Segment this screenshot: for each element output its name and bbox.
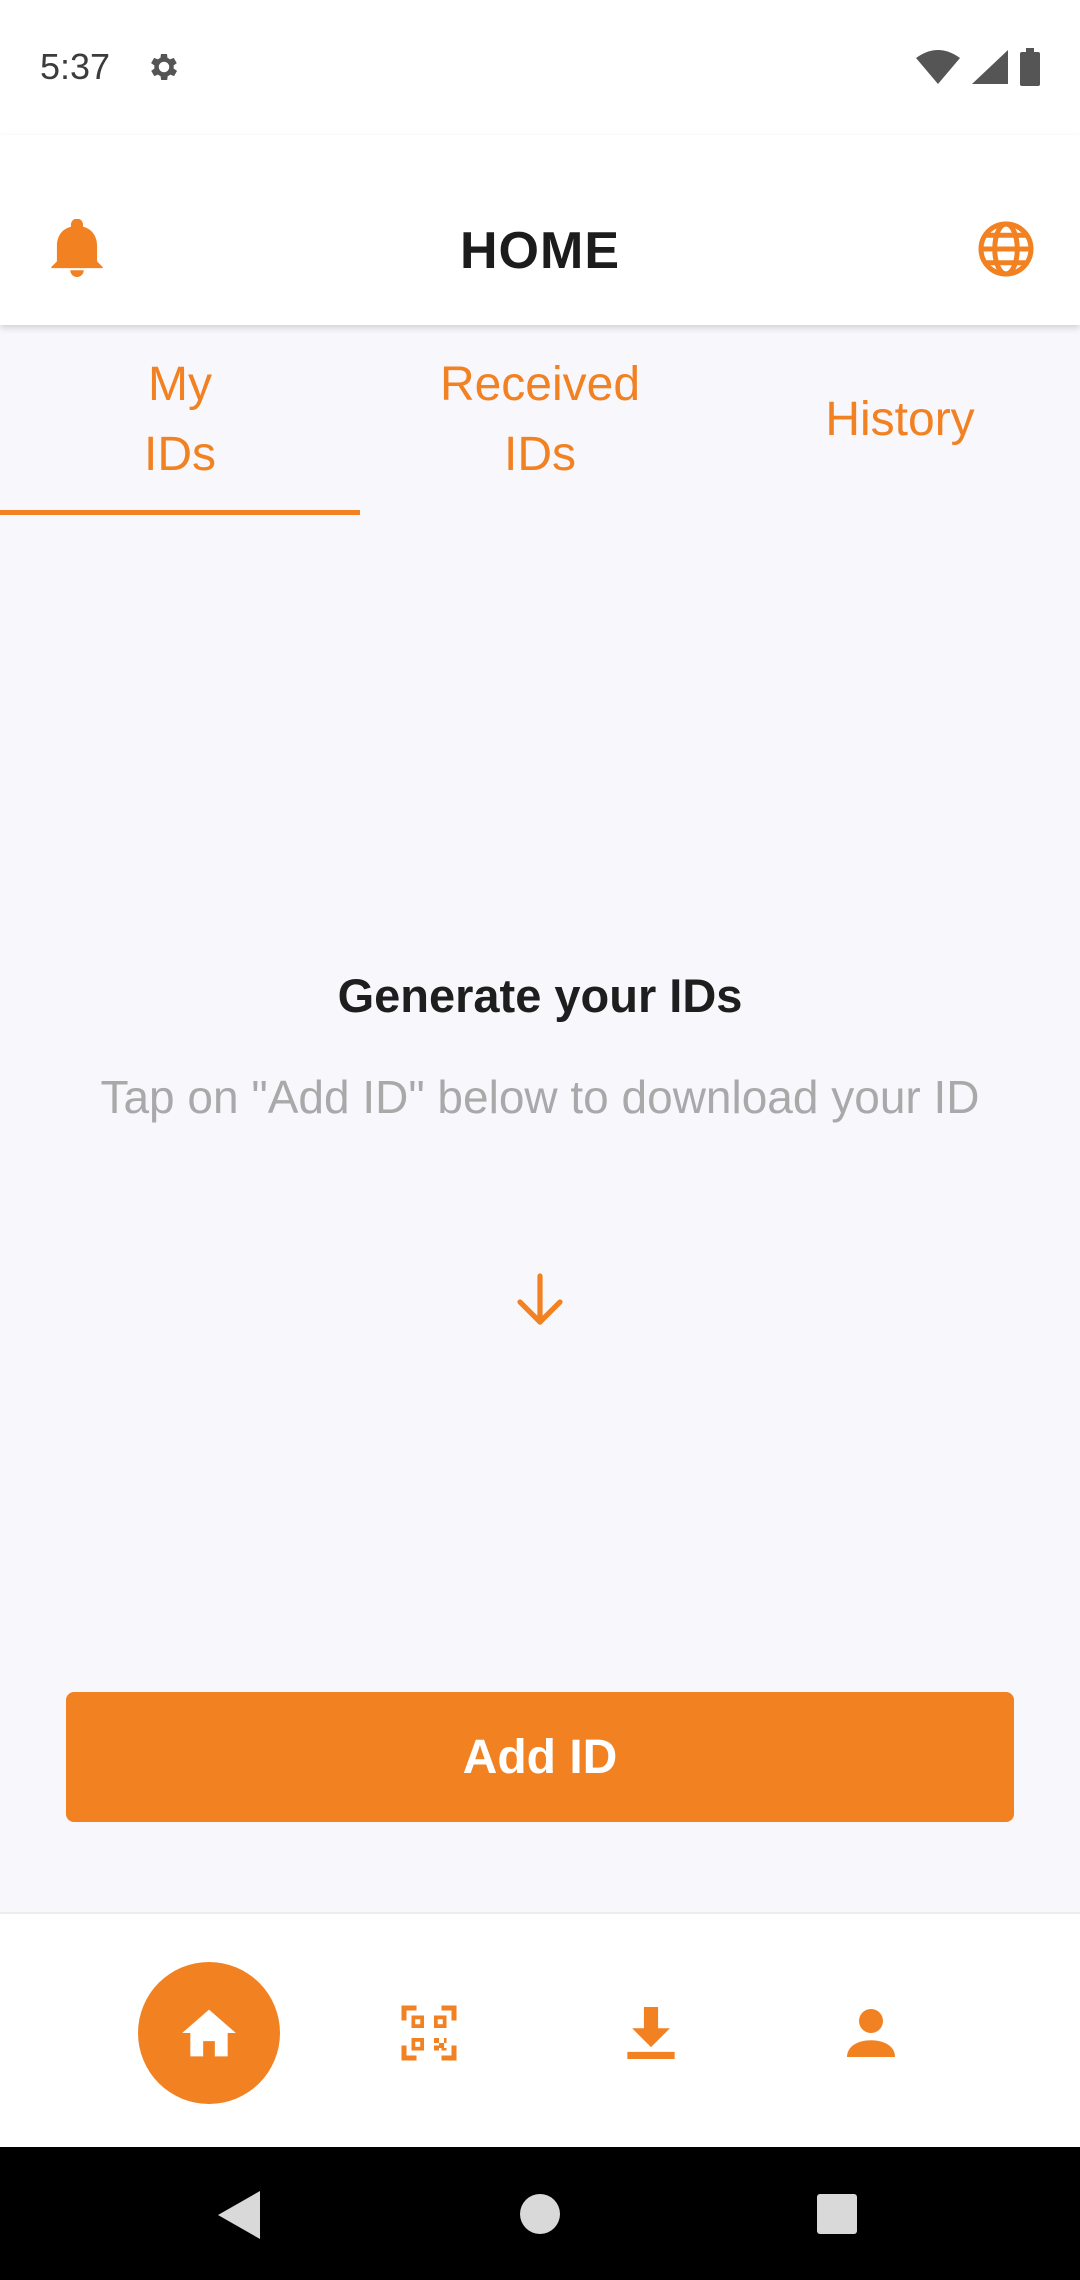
tab-received-ids[interactable]: Received IDs — [360, 325, 720, 515]
tab-history-label: History — [825, 393, 975, 446]
nav-profile[interactable] — [800, 1962, 942, 2104]
recents-square-icon[interactable] — [816, 2193, 858, 2235]
add-id-button[interactable]: Add ID — [66, 1692, 1014, 1822]
page-title: HOME — [460, 222, 620, 280]
profile-icon — [847, 2009, 895, 2057]
empty-state-description: Tap on "Add ID" below to download your I… — [100, 1071, 980, 1123]
download-icon — [627, 2007, 675, 2059]
cell-signal-icon — [972, 50, 1008, 84]
nav-home[interactable] — [138, 1962, 280, 2104]
tab-bar: My IDs Received IDs History — [0, 325, 1080, 515]
tab-received-ids-label: Received IDs — [439, 358, 641, 481]
bottom-navigation — [0, 1912, 1080, 2147]
nav-qr-scan[interactable] — [358, 1962, 500, 2104]
empty-state-title: Generate your IDs — [337, 969, 743, 1022]
qr-code-icon — [401, 2005, 457, 2061]
wifi-icon — [916, 50, 960, 84]
settings-gear-icon — [151, 53, 178, 81]
app-bar: HOME — [0, 135, 1080, 325]
home-icon — [182, 2009, 236, 2057]
system-navigation-bar — [0, 2147, 1080, 2280]
home-circle-icon[interactable] — [519, 2193, 561, 2235]
tab-history[interactable]: History — [720, 325, 1080, 515]
arrow-down-icon — [517, 1273, 563, 1325]
back-icon[interactable] — [218, 2191, 262, 2239]
status-bar: 5:37 — [0, 0, 1080, 135]
battery-icon — [1020, 48, 1040, 86]
tab-my-ids-label: My IDs — [144, 358, 216, 481]
status-icons — [916, 48, 1040, 86]
tab-my-ids[interactable]: My IDs — [0, 325, 360, 515]
nav-downloads[interactable] — [580, 1962, 722, 2104]
language-globe-icon[interactable] — [976, 219, 1036, 279]
status-time: 5:37 — [40, 46, 111, 87]
